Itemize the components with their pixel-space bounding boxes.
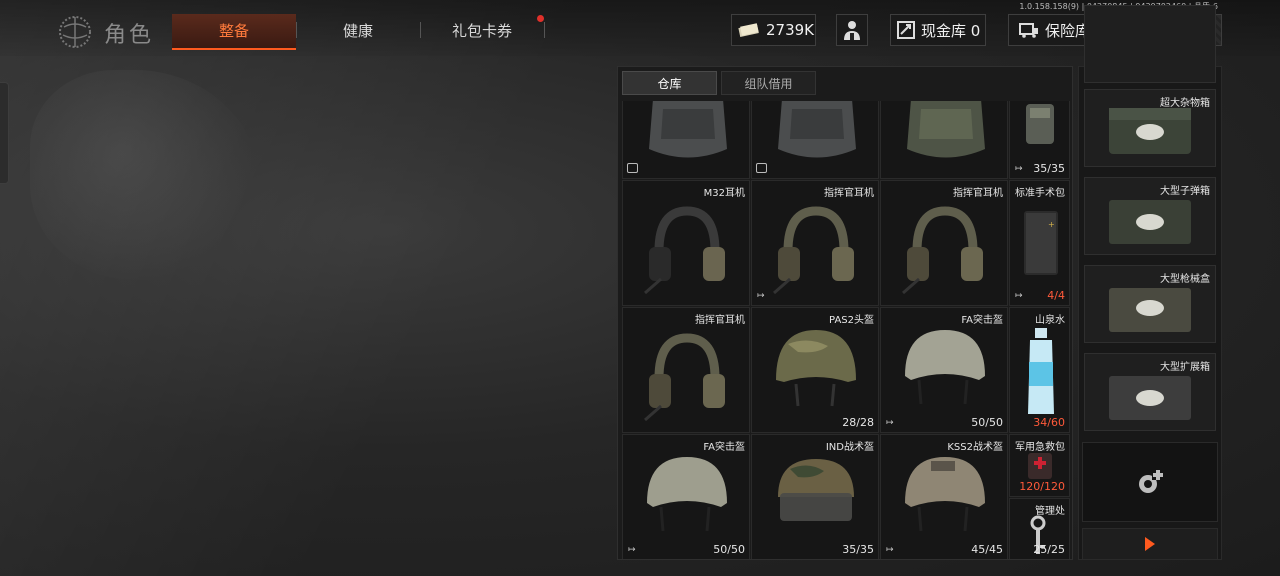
dice-icon [627,163,638,173]
headset-icon [644,206,725,295]
world-map-decoration [30,70,260,280]
tab-health[interactable]: 健康 [296,14,420,48]
tab-prepare[interactable]: 整备 [172,14,296,50]
backpack-icon [778,101,856,158]
item-slot[interactable] [880,101,1008,179]
item-count: 35/35 [1033,162,1065,175]
item-count: 35/35 [842,543,874,556]
side-drawer-handle[interactable] [0,82,9,184]
item-slot[interactable]: M32耳机 [622,180,750,306]
chevron-right-icon [1143,536,1157,552]
item-slot[interactable]: KSS2战术盔 ↦ 45/45 [880,434,1008,559]
item-name: 标准手术包 [1015,188,1065,199]
item-count: 34/60 [1033,416,1065,429]
truck-icon [1019,22,1039,38]
globe-icon [58,15,92,49]
gear-plus-icon [1134,466,1166,498]
notification-dot [537,15,544,22]
item-slot[interactable] [751,101,879,179]
item-name: 山泉水 [1035,315,1065,326]
item-count: 50/50 [971,416,1003,429]
container-slot[interactable]: 大型枪械盒 [1084,265,1216,343]
helmet-grey-icon [905,330,985,405]
item-slot[interactable] [622,101,750,179]
item-grid: ↦ 35/35 M32耳机 指挥官耳机 ↦ 指挥官耳机 标准手术包 + ↦ 4/… [622,101,1070,559]
item-slot[interactable]: IND战术盔 35/35 [751,434,879,559]
container-slot[interactable]: 超大杂物箱 [1084,89,1216,167]
item-count: 4/4 [1047,289,1065,302]
agent-icon [842,19,862,41]
headset-icon [902,206,983,295]
item-slot[interactable]: ↦ 35/35 [1009,101,1070,179]
item-slot[interactable]: FA突击盔 ↦ 50/50 [622,434,750,559]
exit-icon: ↦ [1015,291,1023,301]
item-name: 指挥官耳机 [953,188,1003,199]
currency-display[interactable]: 2739K [731,14,816,46]
item-name: 指挥官耳机 [824,188,874,199]
surgery-kit-icon: + [1024,211,1058,275]
crate-icon [1109,108,1191,154]
dice-icon [756,163,767,173]
ammo-box-icon [1109,200,1191,244]
helmet-camo-icon [776,330,856,407]
cash-vault-button[interactable]: 现金库 0 [890,14,986,46]
item-slot[interactable]: 指挥官耳机 [880,180,1008,306]
next-page-button[interactable] [1082,528,1218,560]
item-slot[interactable]: 管理处 25/25 [1009,498,1070,559]
expansion-box-icon [1109,376,1191,420]
headset-icon [644,333,725,422]
headset-icon [773,206,854,295]
container-slot[interactable]: 大型扩展箱 [1084,353,1216,431]
agent-button[interactable] [836,14,868,46]
currency-amount: 2739K [766,21,815,39]
backpack-green-icon [907,101,985,158]
item-slot[interactable]: FA突击盔 ↦ 50/50 [880,307,1008,433]
vault-icon [897,21,915,39]
exit-icon: ↦ [628,545,636,555]
helmet-camo-visor-icon [778,459,854,521]
gun-case-icon [1109,288,1191,332]
tab-warehouse[interactable]: 仓库 [622,71,717,95]
tab-divider [544,22,545,38]
backpack-icon [649,101,727,158]
container-slot[interactable]: 大型子弹箱 [1084,177,1216,255]
item-slot[interactable]: 军用急救包 120/120 [1009,434,1070,497]
container-slot[interactable] [1084,5,1216,83]
add-container-button[interactable] [1082,442,1218,522]
medkit-icon [1028,453,1052,479]
tab-team-borrow[interactable]: 组队借用 [721,71,816,95]
exit-icon: ↦ [757,291,765,301]
item-name: M32耳机 [703,188,745,199]
helmet-grey-icon [647,457,727,532]
storage-panel: 仓库 组队借用 ↦ 35/35 M32耳机 指挥官耳机 ↦ 指挥官耳机 标准手术… [617,66,1073,560]
exit-icon: ↦ [1015,164,1023,174]
banknote-icon [738,23,760,37]
item-count: 28/28 [842,416,874,429]
item-slot[interactable]: 标准手术包 + ↦ 4/4 [1009,180,1070,306]
item-slot[interactable]: 指挥官耳机 [622,307,750,433]
item-count: 50/50 [713,543,745,556]
item-slot[interactable]: 指挥官耳机 ↦ [751,180,879,306]
page-title: 角色 [104,23,155,48]
cash-vault-label: 现金库 0 [921,21,981,40]
storage-tabs: 仓库 组队借用 [622,71,820,95]
helmet-tan-icon [905,457,985,532]
pouch-icon [1026,104,1054,144]
svg-text:+: + [1048,220,1055,229]
item-count: 120/120 [1019,480,1065,493]
item-slot[interactable]: PAS2头盔 28/28 [751,307,879,433]
item-count: 25/25 [1033,543,1065,556]
exit-icon: ↦ [886,545,894,555]
tab-gift-coupons[interactable]: 礼包卡券 [420,14,544,48]
item-name: 指挥官耳机 [695,315,745,326]
item-count: 45/45 [971,543,1003,556]
exit-icon: ↦ [886,418,894,428]
item-slot[interactable]: 山泉水 34/60 [1009,307,1070,433]
water-bottle-icon [1028,328,1054,414]
